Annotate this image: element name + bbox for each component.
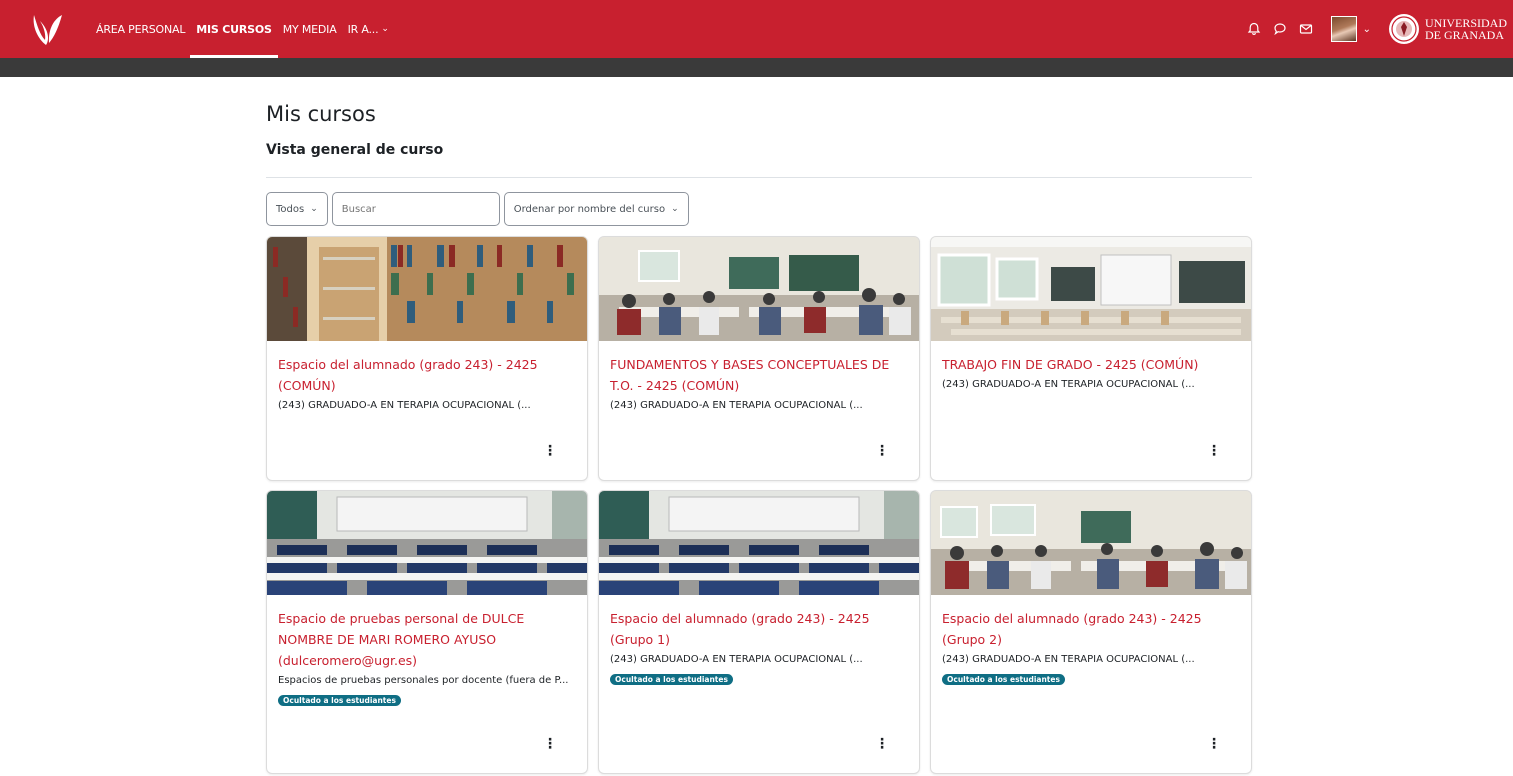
secondary-bar xyxy=(0,58,1513,77)
grouping-label: Todos xyxy=(276,203,305,215)
user-menu-chevron-icon[interactable]: ⌄ xyxy=(1363,24,1371,35)
course-image-classroom-students[interactable] xyxy=(931,491,1251,595)
sort-label: Ordenar por nombre del curso xyxy=(513,203,666,215)
hidden-from-students-badge: Ocultado a los estudiantes xyxy=(942,674,1065,685)
chevron-down-icon: ⌄ xyxy=(310,204,318,214)
course-image-classroom-students[interactable] xyxy=(599,237,919,341)
course-card-body: Espacio de pruebas personal de DULCE NOM… xyxy=(278,608,577,707)
course-link[interactable]: Espacio del alumnado (grado 243) - 2425 … xyxy=(278,354,577,396)
course-actions-menu-icon[interactable]: ⋮ xyxy=(543,442,557,460)
nav-mis-cursos[interactable]: MIS CURSOS xyxy=(190,0,279,58)
search-input[interactable] xyxy=(331,192,500,226)
top-navbar: ÁREA PERSONAL MIS CURSOS MY MEDIA IR A..… xyxy=(0,0,1513,58)
course-card: TRABAJO FIN DE GRADO - 2425 (COMÚN) (243… xyxy=(930,236,1252,481)
course-card-body: Espacio del alumnado (grado 243) - 2425 … xyxy=(942,608,1241,686)
course-category: (243) GRADUADO-A EN TERAPIA OCUPACIONAL … xyxy=(942,379,1195,390)
user-avatar[interactable] xyxy=(1330,16,1357,42)
course-actions-menu-icon[interactable]: ⋮ xyxy=(1207,442,1221,460)
course-card-body: TRABAJO FIN DE GRADO - 2425 (COMÚN) (243… xyxy=(942,354,1241,392)
course-image-lecture-hall[interactable] xyxy=(267,491,587,595)
grouping-dropdown[interactable]: Todos ⌄ xyxy=(266,192,328,226)
course-link[interactable]: FUNDAMENTOS Y BASES CONCEPTUALES DE T.O.… xyxy=(610,354,909,396)
page-title: Mis cursos xyxy=(266,102,376,126)
course-actions-menu-icon[interactable]: ⋮ xyxy=(543,735,557,753)
course-link[interactable]: Espacio de pruebas personal de DULCE NOM… xyxy=(278,608,577,671)
course-actions-menu-icon[interactable]: ⋮ xyxy=(875,442,889,460)
course-card: Espacio del alumnado (grado 243) - 2425 … xyxy=(598,490,920,774)
hidden-from-students-badge: Ocultado a los estudiantes xyxy=(610,674,733,685)
course-card: Espacio del alumnado (grado 243) - 2425 … xyxy=(930,490,1252,774)
course-image-empty-classroom[interactable] xyxy=(931,237,1251,341)
course-link[interactable]: Espacio del alumnado (grado 243) - 2425 … xyxy=(610,608,909,650)
course-card-body: FUNDAMENTOS Y BASES CONCEPTUALES DE T.O.… xyxy=(610,354,909,413)
course-card-body: Espacio del alumnado (grado 243) - 2425 … xyxy=(278,354,577,413)
divider xyxy=(266,177,1252,178)
brand-line-2: DE GRANADA xyxy=(1425,28,1504,42)
course-card: Espacio de pruebas personal de DULCE NOM… xyxy=(266,490,588,774)
course-link[interactable]: Espacio del alumnado (grado 243) - 2425 … xyxy=(942,608,1241,650)
course-card-body: Espacio del alumnado (grado 243) - 2425 … xyxy=(610,608,909,686)
sort-dropdown[interactable]: Ordenar por nombre del curso ⌄ xyxy=(503,192,689,226)
course-card: FUNDAMENTOS Y BASES CONCEPTUALES DE T.O.… xyxy=(598,236,920,481)
course-card: Espacio del alumnado (grado 243) - 2425 … xyxy=(266,236,588,481)
nav-my-media[interactable]: MY MEDIA xyxy=(283,0,337,58)
nav-area-personal[interactable]: ÁREA PERSONAL xyxy=(96,0,185,58)
course-category: (243) GRADUADO-A EN TERAPIA OCUPACIONAL … xyxy=(278,400,531,411)
hidden-from-students-badge: Ocultado a los estudiantes xyxy=(278,695,401,706)
course-category: (243) GRADUADO-A EN TERAPIA OCUPACIONAL … xyxy=(610,654,863,665)
chat-icon[interactable] xyxy=(1269,18,1291,40)
course-actions-menu-icon[interactable]: ⋮ xyxy=(1207,735,1221,753)
nav-ir-a-dropdown[interactable]: IR A... ⌄ xyxy=(348,0,389,58)
university-brand: UNIVERSIDAD DE GRANADA xyxy=(1425,17,1507,41)
chevron-down-icon: ⌄ xyxy=(381,24,389,34)
mail-icon[interactable] xyxy=(1295,18,1317,40)
bell-icon[interactable] xyxy=(1243,18,1265,40)
section-title: Vista general de curso xyxy=(266,142,444,158)
university-seal-icon xyxy=(1389,14,1419,44)
course-category: Espacios de pruebas personales por docen… xyxy=(278,675,569,686)
course-actions-menu-icon[interactable]: ⋮ xyxy=(875,735,889,753)
navbar-user-area: ⌄ UNIVERSIDAD DE GRANADA xyxy=(1243,0,1513,58)
course-image-lecture-hall[interactable] xyxy=(599,491,919,595)
course-link[interactable]: TRABAJO FIN DE GRADO - 2425 (COMÚN) xyxy=(942,354,1241,375)
chevron-down-icon: ⌄ xyxy=(671,204,679,214)
course-filters: Todos ⌄ Ordenar por nombre del curso ⌄ xyxy=(266,192,693,226)
course-image-library[interactable] xyxy=(267,237,587,341)
course-category: (243) GRADUADO-A EN TERAPIA OCUPACIONAL … xyxy=(610,400,863,411)
site-logo-icon[interactable] xyxy=(28,13,68,47)
primary-navigation: ÁREA PERSONAL MIS CURSOS MY MEDIA IR A..… xyxy=(96,0,400,58)
course-category: (243) GRADUADO-A EN TERAPIA OCUPACIONAL … xyxy=(942,654,1195,665)
